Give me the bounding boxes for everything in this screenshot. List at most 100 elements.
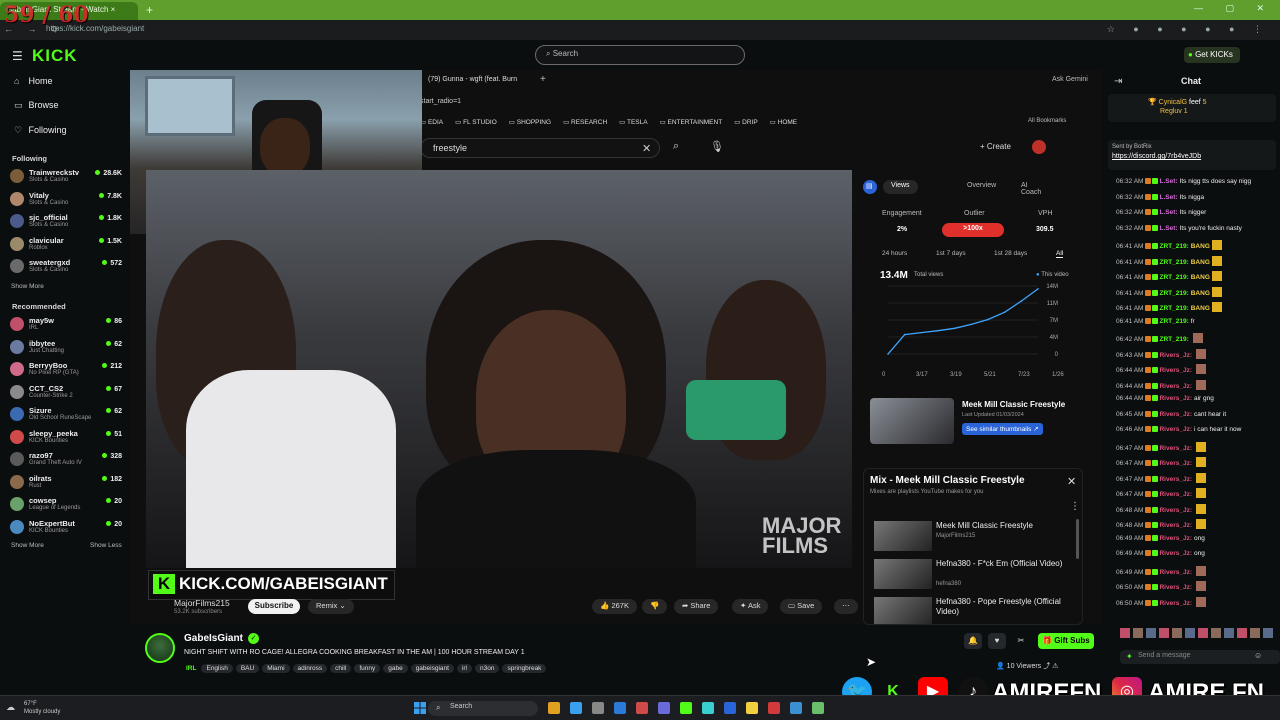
like-button[interactable]: 👍 267K (592, 599, 637, 614)
chat-username[interactable]: Rivers_Jz: (1159, 476, 1192, 483)
share-button[interactable]: ➦ Share (674, 599, 719, 614)
taskbar-app-icon[interactable] (548, 702, 560, 714)
stream-tag[interactable]: irl (456, 664, 472, 673)
new-tab-button[interactable]: + (146, 3, 153, 17)
sidebar-channel[interactable]: Sizure Old School RuneScape 62 (8, 405, 124, 426)
gift-subs-button[interactable]: 🎁 Gift Subs (1038, 633, 1094, 649)
sidebar-channel[interactable]: sleepy_peeka KICK Bounties 51 (8, 428, 124, 449)
mix-item[interactable]: Hefna380 - Pope Freestyle (Official Vide… (874, 597, 1079, 624)
tab-views[interactable]: Views (883, 180, 918, 194)
mix-menu-icon[interactable]: ⋮ (1070, 501, 1080, 512)
taskbar-app-icon[interactable] (746, 702, 758, 714)
dislike-button[interactable]: 👎 (642, 599, 668, 614)
range-all[interactable]: All (1056, 250, 1064, 258)
weather-widget[interactable]: 67°F Mostly cloudy (24, 700, 60, 716)
subscribe-button[interactable]: Subscribe (248, 599, 300, 614)
chat-username[interactable]: L.Set: (1159, 225, 1177, 232)
chat-username[interactable]: Rivers_Jz: (1159, 569, 1192, 576)
chat-username[interactable]: Rivers_Jz: (1159, 383, 1192, 390)
stream-tag[interactable]: n3on (475, 664, 500, 673)
show-less-recommended[interactable]: Show Less (90, 542, 122, 549)
streamer-avatar[interactable] (145, 633, 175, 663)
emote-icon[interactable] (1159, 628, 1169, 638)
bookmark-item[interactable]: ▭ EDIA (420, 119, 443, 126)
emote-icon[interactable] (1211, 628, 1221, 638)
chat-username[interactable]: Rivers_Jz: (1159, 426, 1192, 433)
range-7d[interactable]: 1st 7 days (936, 250, 966, 257)
emote-icon[interactable] (1198, 628, 1208, 638)
category-tag[interactable]: IRL (184, 664, 198, 673)
chat-username[interactable]: Rivers_Jz: (1159, 507, 1192, 514)
taskbar-app-icon[interactable] (724, 702, 736, 714)
taskbar-app-icon[interactable] (614, 702, 626, 714)
notification-icon[interactable]: 🔔 (964, 633, 982, 649)
weather-icon[interactable]: ☁ (6, 702, 15, 713)
save-button[interactable]: ▭ Save (780, 599, 823, 614)
range-24h[interactable]: 24 hours (882, 250, 907, 257)
nav-home[interactable]: ⌂ Home (14, 76, 53, 86)
extensions-icon[interactable]: ☆ ● ● ● ● ● ⋮ (1107, 24, 1270, 35)
kick-logo[interactable]: KICK (32, 46, 78, 66)
sidebar-channel[interactable]: BerryyBoo No Pixel RP (GTA) 212 (8, 360, 124, 381)
yt-new-tab-icon[interactable]: + (540, 74, 546, 85)
discord-link[interactable]: https://discord.gg/7rb4veJDb (1112, 153, 1272, 160)
share-icon[interactable]: ⤴ (1043, 663, 1050, 670)
stream-tag[interactable]: gabe (383, 664, 408, 673)
sidebar-channel[interactable]: sjc_official Slots & Casino 1.8K (8, 212, 124, 233)
taskbar-app-icon[interactable] (592, 702, 604, 714)
yt-address[interactable]: start_radio=1 (420, 98, 461, 105)
taskbar-app-icon[interactable] (812, 702, 824, 714)
search-input[interactable]: ⌕ Search (535, 45, 745, 65)
bookmark-item[interactable]: ▭ RESEARCH (563, 119, 607, 126)
tab-ai-coach[interactable]: AI Coach (1013, 180, 1049, 196)
chat-username[interactable]: Rivers_Jz: (1159, 522, 1192, 529)
chat-username[interactable]: ZRT_219: (1159, 305, 1188, 312)
ask-button[interactable]: ✦ Ask (732, 599, 769, 614)
clear-search-icon[interactable]: ✕ (642, 142, 651, 155)
all-bookmarks[interactable]: All Bookmarks (1028, 118, 1066, 124)
chat-settings-icon[interactable]: ✦ (1126, 652, 1133, 661)
emote-icon[interactable] (1146, 628, 1156, 638)
sidebar-channel[interactable]: may5w IRL 86 (8, 315, 124, 336)
emote-icon[interactable] (1250, 628, 1260, 638)
stream-tag[interactable]: English (201, 664, 233, 673)
mic-icon[interactable]: 🎙 (710, 140, 724, 153)
sidebar-channel[interactable]: Vitaly Slots & Casino 7.8K (8, 190, 124, 211)
chat-username[interactable]: L.Set: (1159, 209, 1177, 216)
create-button[interactable]: + Create (980, 142, 1011, 151)
emote-icon[interactable] (1133, 628, 1143, 638)
taskbar-app-icon[interactable] (768, 702, 780, 714)
chat-username[interactable]: Rivers_Jz: (1159, 352, 1192, 359)
show-more-recommended[interactable]: Show More (11, 542, 44, 549)
bookmark-item[interactable]: ▭ HOME (770, 119, 797, 126)
chat-username[interactable]: Rivers_Jz: (1159, 550, 1192, 557)
chat-username[interactable]: Rivers_Jz: (1159, 600, 1192, 607)
stream-tag[interactable]: funny (354, 664, 381, 673)
chat-username[interactable]: Rivers_Jz: (1159, 445, 1192, 452)
chat-username[interactable]: L.Set: (1159, 194, 1177, 201)
emote-icon[interactable] (1172, 628, 1182, 638)
sidebar-channel[interactable]: CCT_CS2 Counter-Strike 2 67 (8, 383, 124, 404)
get-kicks-button[interactable]: ● Get KICKs (1184, 47, 1240, 63)
emote-icon[interactable] (1237, 628, 1247, 638)
emote-icon[interactable] (1224, 628, 1234, 638)
taskbar-app-icon[interactable] (790, 702, 802, 714)
sidebar-channel[interactable]: sweatergxd Slots & Casino 572 (8, 257, 124, 278)
chat-username[interactable]: ZRT_219: (1159, 336, 1188, 343)
taskbar-app-icon[interactable] (680, 702, 692, 714)
chat-username[interactable]: ZRT_219: (1159, 318, 1188, 325)
menu-icon[interactable]: ☰ (12, 49, 23, 63)
stream-tag[interactable]: springbreak (502, 664, 547, 673)
chat-username[interactable]: Rivers_Jz: (1159, 460, 1192, 467)
report-icon[interactable]: ⚠ (1052, 663, 1058, 670)
chat-username[interactable]: Rivers_Jz: (1159, 584, 1192, 591)
similar-thumbnails-button[interactable]: See similar thumbnails ↗ (962, 423, 1043, 435)
emote-icon[interactable] (1185, 628, 1195, 638)
sidebar-channel[interactable]: razo97 Grand Theft Auto IV 328 (8, 450, 124, 471)
chat-username[interactable]: ZRT_219: (1159, 290, 1188, 297)
youtube-video[interactable]: MAJOR FILMS (146, 170, 852, 568)
taskbar-app-icon[interactable] (570, 702, 582, 714)
taskbar-app-icon[interactable] (702, 702, 714, 714)
stream-tag[interactable]: Miami (262, 664, 290, 673)
remix-button[interactable]: Remix ⌄ (308, 599, 354, 614)
